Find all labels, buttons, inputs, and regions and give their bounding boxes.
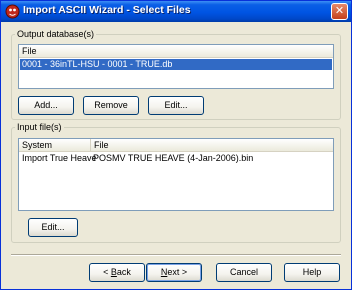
column-header-file[interactable]: File: [91, 139, 333, 151]
title-bar[interactable]: Import ASCII Wizard - Select Files ✕: [1, 1, 351, 22]
input-file-cell: POSMV TRUE HEAVE (4-Jan-2006).bin: [93, 153, 254, 163]
system-cell: Import True Heave: [22, 153, 97, 163]
output-databases-label: Output database(s): [15, 29, 97, 40]
remove-button[interactable]: Remove: [83, 96, 139, 115]
help-button[interactable]: Help: [284, 263, 340, 282]
back-label: ack: [116, 267, 131, 277]
next-button[interactable]: Next >: [146, 263, 202, 282]
import-ascii-wizard-window: Import ASCII Wizard - Select Files ✕ Out…: [0, 0, 352, 290]
next-label: ext >: [167, 267, 188, 277]
output-file-cell: 0001 - 36inTL-HSU - 0001 - TRUE.db: [22, 59, 173, 69]
close-icon[interactable]: ✕: [331, 3, 348, 20]
cancel-button[interactable]: Cancel: [216, 263, 272, 282]
list-item[interactable]: Import True Heave POSMV TRUE HEAVE (4-Ja…: [20, 153, 332, 164]
window-title: Import ASCII Wizard - Select Files: [23, 4, 191, 16]
list-header: System File: [19, 139, 333, 152]
output-databases-group: Output database(s) File 0001 - 36inTL-HS…: [11, 29, 341, 120]
list-item[interactable]: 0001 - 36inTL-HSU - 0001 - TRUE.db: [20, 59, 332, 70]
column-header-file[interactable]: File: [19, 45, 333, 57]
output-edit-button[interactable]: Edit...: [148, 96, 204, 115]
footer-divider: [11, 254, 341, 256]
list-header: File: [19, 45, 333, 58]
output-database-list[interactable]: File 0001 - 36inTL-HSU - 0001 - TRUE.db: [18, 44, 334, 89]
input-files-group: Input file(s) System File Import True He…: [11, 122, 341, 243]
input-file-list[interactable]: System File Import True Heave POSMV TRUE…: [18, 138, 334, 211]
add-button[interactable]: Add...: [18, 96, 74, 115]
input-edit-button[interactable]: Edit...: [28, 218, 78, 237]
back-button[interactable]: < Back: [89, 263, 145, 282]
app-icon: [5, 4, 20, 19]
back-prefix: <: [103, 267, 111, 277]
input-files-label: Input file(s): [15, 122, 64, 133]
column-header-system[interactable]: System: [19, 139, 91, 151]
